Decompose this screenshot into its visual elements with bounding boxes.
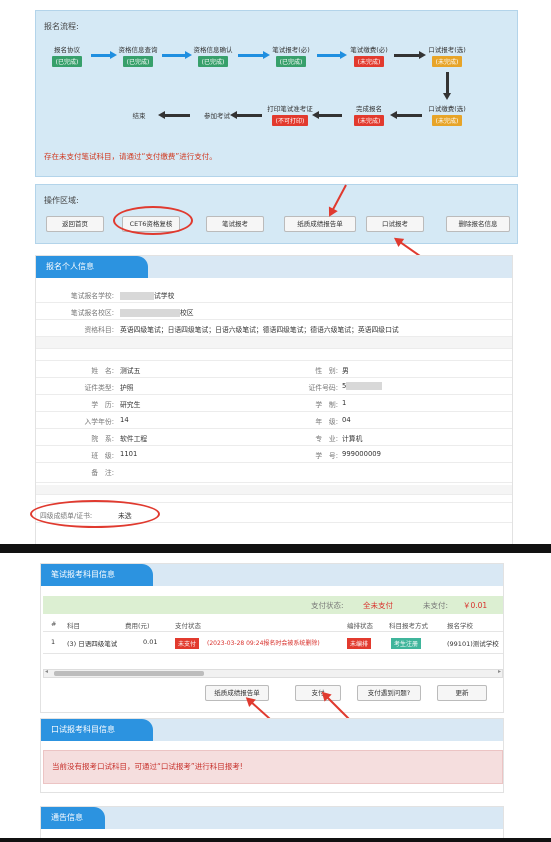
refresh-button[interactable]: 更新 [437, 685, 487, 701]
registration-screen-bottom: 笔试报考科目信息 支付状态: 全未支付 未支付: ￥0.01 # 科目 费用(元… [0, 553, 551, 842]
status-badge: (未完成) [431, 56, 463, 67]
back-home-button[interactable]: 返回首页 [46, 216, 104, 232]
info-row-class: 班 级: 1101 学 号: 999000009 [36, 446, 512, 463]
status-badge: (已完成) [197, 56, 229, 67]
scroll-right-icon[interactable]: ▸ [498, 668, 501, 675]
step-written-register: 笔试报考(必) (已完成) [272, 46, 310, 67]
section-header: 通告信息 [41, 807, 503, 829]
horizontal-scrollbar[interactable]: ◂ ▸ [43, 668, 503, 678]
pay-deadline-note: (2023-03-28 09:24报名时会被系统删除) [207, 640, 320, 647]
status-badge: (已完成) [275, 56, 307, 67]
scroll-left-icon[interactable]: ◂ [45, 668, 48, 675]
no-oral-subject-alert: 当前没有报考口试科目，可通过“口试报考”进行科目报考! [43, 750, 503, 784]
highlight-ellipse-cet6 [113, 206, 193, 235]
info-row-education: 学 历: 研究生 学 制: 1 [36, 395, 512, 412]
written-subjects-section: 笔试报考科目信息 支付状态: 全未支付 未支付: ￥0.01 # 科目 费用(元… [40, 563, 504, 713]
section-header: 笔试报考科目信息 [41, 564, 503, 586]
delete-registration-button[interactable]: 删除报名信息 [446, 216, 510, 232]
info-row-year: 入学年份: 14 年 级: 04 [36, 412, 512, 429]
unpaid-badge: 未支付 [175, 638, 200, 649]
info-spacer [36, 337, 512, 349]
step-oral-payment: 口试缴费(选) (未完成) [428, 105, 466, 126]
info-row-name-gender: 姓 名: 测试五 性 别: 男 [36, 361, 512, 378]
scroll-thumb[interactable] [54, 671, 204, 676]
status-badge: (未完成) [353, 115, 385, 126]
redacted-block [120, 309, 180, 317]
flow-title: 报名流程: [44, 22, 79, 31]
payment-problem-button[interactable]: 支付遇到问题? [357, 685, 421, 701]
registration-flow-panel: 报名流程: 报名协议 (已完成) 资格信息查询 (已完成) 资格信息确认 (已完… [35, 10, 518, 177]
screenshot-divider [0, 544, 551, 553]
step-complete-registration: 完成报名 (未完成) [334, 103, 404, 126]
oral-register-button[interactable]: 口试报考 [366, 216, 424, 232]
paper-score-report-button[interactable]: 纸质成绩报告单 [284, 216, 356, 232]
registration-screen-top: 报名流程: 报名协议 (已完成) 资格信息查询 (已完成) 资格信息确认 (已完… [0, 0, 551, 544]
highlight-ellipse-certificate [30, 500, 160, 528]
flow-arrow-down [443, 72, 451, 100]
status-badge: (未完成) [353, 56, 385, 67]
operation-panel: 操作区域: 返回首页 CET6资格复核 笔试报考 纸质成绩报告单 口试报考 删除… [35, 184, 518, 244]
info-row-school: 笔试报名学校: 试学校 [36, 286, 512, 303]
redacted-block [346, 382, 383, 390]
table-row: 1 (3) 日语四级笔试 0.01 未支付 (2023-03-28 09:24报… [43, 634, 503, 654]
step-take-exam: 参加考试 [204, 112, 230, 120]
oral-subjects-tab: 口试报考科目信息 [41, 719, 153, 741]
unpaid-warning: 存在未支付笔试科目，请通过“支付缴费”进行支付。 [44, 152, 217, 161]
payment-status-value: 全未支付 [363, 601, 393, 610]
status-badge: (已完成) [51, 56, 83, 67]
mode-badge: 考生注册 [391, 638, 422, 649]
personal-info-tab: 报名个人信息 [36, 256, 148, 278]
info-row-dept: 院 系: 软件工程 专 业: 计算机 [36, 429, 512, 446]
step-end: 结束 [132, 112, 146, 120]
redacted-block [120, 292, 154, 300]
status-badge: (已完成) [122, 56, 154, 67]
status-badge: (未完成) [431, 115, 463, 126]
section-header: 口试报考科目信息 [41, 719, 503, 741]
oral-subjects-section: 口试报考科目信息 当前没有报考口试科目，可通过“口试报考”进行科目报考! [40, 718, 504, 793]
step-oral-register: 口试报考(选) (未完成) [428, 46, 466, 67]
info-row-id: 证件类型: 护照 证件号码: 5 [36, 378, 512, 395]
status-badge: (不可打印) [271, 115, 309, 126]
info-row-campus: 笔试报名校区: 校区 [36, 303, 512, 320]
info-spacer [36, 485, 512, 495]
table-header: # 科目 费用(元) 支付状态 编排状态 科目报考方式 报名学校 [43, 616, 503, 632]
pay-button[interactable]: 支付 [295, 685, 341, 701]
info-row-subjects: 资格科目: 英语四级笔试；日语四级笔试；日语六级笔试；德语四级笔试；德语六级笔试… [36, 320, 512, 337]
notice-section: 通告信息 [40, 806, 504, 842]
arrange-badge: 未编排 [347, 638, 372, 649]
written-subjects-tab: 笔试报考科目信息 [41, 564, 153, 586]
paper-score-report-button[interactable]: 纸质成绩报告单 [205, 685, 269, 701]
info-row-note: 备 注: [36, 463, 512, 483]
step-print-admission-ticket: 打印笔试准考证 (不可打印) [267, 105, 313, 126]
screenshot-bottom-edge [0, 838, 551, 842]
written-register-button[interactable]: 笔试报考 [206, 216, 264, 232]
info-spacer [36, 351, 512, 361]
section-header: 报名个人信息 [36, 256, 512, 278]
notice-tab: 通告信息 [41, 807, 105, 829]
ops-title: 操作区域: [44, 196, 79, 205]
payment-status-bar: 支付状态: 全未支付 未支付: ￥0.01 [43, 596, 503, 614]
unpaid-amount: ￥0.01 [463, 601, 488, 610]
